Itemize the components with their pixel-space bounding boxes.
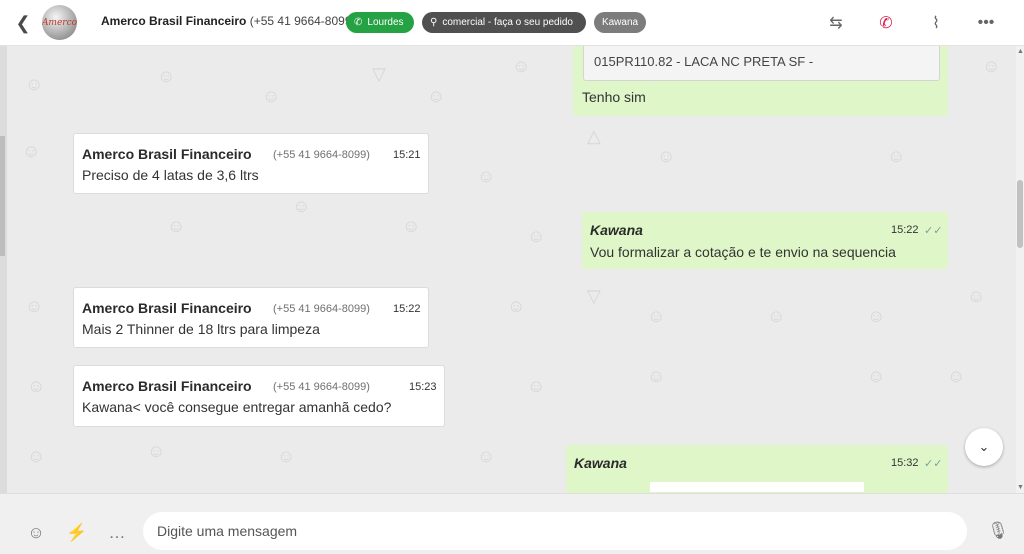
incoming-message[interactable]: Amerco Brasil Financeiro (+55 41 9664-80… <box>73 287 429 348</box>
contact-name-text: Amerco Brasil Financeiro <box>101 14 247 28</box>
message-sender-phone: (+55 41 9664-8099) <box>273 303 370 315</box>
tag-label: Kawana <box>601 17 639 28</box>
wallpaper-doodle-icon: ☺ <box>507 296 526 316</box>
wallpaper-doodle-icon: ☺ <box>25 296 44 316</box>
wallpaper-doodle-icon: ☺ <box>527 226 546 246</box>
message-time: 15:21 <box>393 149 421 161</box>
avatar-logo-text: Amerco <box>42 17 77 28</box>
incoming-message[interactable]: Amerco Brasil Financeiro (+55 41 9664-80… <box>73 133 429 194</box>
message-area[interactable]: ☺ ☺ ☺ ▽ ☺ ☺ ☺ ☺ ☺ △ ☺ ☺ ☺ ☺ ☺ ☺ ☺ ☺ ▽ ☺ … <box>7 46 1016 493</box>
tag-department[interactable]: ⚲ comercial - faça o seu pedido <box>422 12 586 33</box>
wallpaper-doodle-icon: △ <box>587 126 601 146</box>
emoji-icon[interactable]: ☺ <box>25 522 47 544</box>
message-time: 15:32 <box>891 457 919 469</box>
scroll-to-bottom-button[interactable]: ⌄ <box>965 428 1003 466</box>
message-input[interactable] <box>143 512 967 550</box>
wallpaper-doodle-icon: ☺ <box>657 146 676 166</box>
message-text: Vou formalizar a cotação e te envio na s… <box>590 244 896 260</box>
wallpaper-doodle-icon: ☺ <box>647 306 666 326</box>
whatsapp-icon: ✆ <box>354 17 363 28</box>
avatar[interactable]: Amerco <box>42 5 77 40</box>
side-panel-edge <box>0 46 7 493</box>
message-sender: Amerco Brasil Financeiro <box>82 146 252 162</box>
message-time: 15:22 <box>393 303 421 315</box>
message-text: Preciso de 4 latas de 3,6 ltrs <box>82 167 259 183</box>
message-sender-phone: (+55 41 9664-8099) <box>273 381 370 393</box>
scroll-down-arrow-icon[interactable]: ▼ <box>1017 484 1024 491</box>
end-call-icon[interactable]: ✆ <box>875 12 897 34</box>
wallpaper-doodle-icon: ☺ <box>292 196 311 216</box>
message-text: Tenho sim <box>582 89 646 105</box>
side-panel-scroll-thumb[interactable] <box>0 136 5 256</box>
wallpaper-doodle-icon: ☺ <box>512 56 531 76</box>
transfer-icon[interactable]: ⇆ <box>825 12 847 34</box>
wallpaper-doodle-icon: ☺ <box>27 376 46 396</box>
lightning-icon[interactable]: ⚡ <box>66 522 88 544</box>
wallpaper-doodle-icon: ☺ <box>167 216 186 236</box>
message-sender-phone: (+55 41 9664-8099) <box>273 149 370 161</box>
wallpaper-doodle-icon: ▽ <box>587 286 601 306</box>
tag-label: comercial - faça o seu pedido <box>442 17 573 28</box>
wallpaper-doodle-icon: ☺ <box>477 166 496 186</box>
wallpaper-doodle-icon: ▽ <box>372 64 386 84</box>
wallpaper-doodle-icon: ☺ <box>867 366 886 386</box>
wallpaper-doodle-icon: ☺ <box>947 366 966 386</box>
wallpaper-doodle-icon: ☺ <box>647 366 666 386</box>
tag-label: Lourdes <box>367 17 404 28</box>
wallpaper-doodle-icon: ☺ <box>27 446 46 466</box>
outgoing-message[interactable]: Kawana 15:22 ✓✓ Vou formalizar a cotação… <box>582 212 948 269</box>
outgoing-message[interactable]: Kawana 15:32 ✓✓ <box>566 445 948 493</box>
scroll-thumb[interactable] <box>1017 180 1023 248</box>
wallpaper-doodle-icon: ☺ <box>527 376 546 396</box>
message-sender: Amerco Brasil Financeiro <box>82 300 252 316</box>
wallpaper-doodle-icon: ☺ <box>157 66 176 86</box>
message-time: 15:22 <box>891 224 919 236</box>
tag-agent[interactable]: Kawana <box>594 12 646 33</box>
attach-icon[interactable]: ⌇ <box>925 12 947 34</box>
microphone-icon[interactable]: 🎙 <box>987 520 1009 542</box>
chat-dots-icon[interactable]: … <box>106 522 128 544</box>
sitemap-icon: ⚲ <box>430 17 438 28</box>
wallpaper-doodle-icon: ☺ <box>967 286 986 306</box>
message-sender: Kawana <box>590 222 643 238</box>
more-icon[interactable]: ••• <box>975 12 997 34</box>
wallpaper-doodle-icon: ☺ <box>147 441 166 461</box>
message-text: Mais 2 Thinner de 18 ltrs para limpeza <box>82 321 320 337</box>
contact-name[interactable]: Amerco Brasil Financeiro (+55 41 9664-80… <box>101 14 355 28</box>
chevron-left-icon[interactable]: ❮ <box>14 12 32 34</box>
wallpaper-doodle-icon: ☺ <box>22 141 41 161</box>
media-attachment[interactable] <box>650 482 864 492</box>
wallpaper-doodle-icon: ☺ <box>277 446 296 466</box>
wallpaper-doodle-icon: ☺ <box>867 306 886 326</box>
tag-lourdes[interactable]: ✆ Lourdes <box>346 12 414 33</box>
chevron-down-icon: ⌄ <box>978 439 990 454</box>
double-check-icon: ✓✓ <box>924 225 943 237</box>
outgoing-message[interactable]: 015PR110.82 - LACA NC PRETA SF - Tenho s… <box>573 46 948 116</box>
wallpaper-doodle-icon: ☺ <box>982 56 1001 76</box>
message-text: Kawana< você consegue entregar amanhã ce… <box>82 399 392 415</box>
contact-phone: (+55 41 9664-8099) <box>249 14 356 28</box>
message-sender: Kawana <box>574 455 627 471</box>
wallpaper-doodle-icon: ☺ <box>25 74 44 94</box>
wallpaper-doodle-icon: ☺ <box>262 86 281 106</box>
message-composer: ☺ ⚡ … 🎙 <box>0 493 1024 554</box>
quoted-message[interactable]: 015PR110.82 - LACA NC PRETA SF - <box>583 46 940 81</box>
wallpaper-doodle-icon: ☺ <box>402 216 421 236</box>
wallpaper-doodle-icon: ☺ <box>887 146 906 166</box>
chat-header: ❮ Amerco Amerco Brasil Financeiro (+55 4… <box>0 0 1024 46</box>
incoming-message[interactable]: Amerco Brasil Financeiro (+55 41 9664-80… <box>73 365 445 427</box>
message-sender: Amerco Brasil Financeiro <box>82 378 252 394</box>
message-time: 15:23 <box>409 381 437 393</box>
scroll-up-arrow-icon[interactable]: ▲ <box>1017 48 1024 55</box>
wallpaper-doodle-icon: ☺ <box>427 86 446 106</box>
wallpaper-doodle-icon: ☺ <box>767 306 786 326</box>
chat-scrollbar[interactable]: ▲ ▼ <box>1016 46 1024 493</box>
wallpaper-doodle-icon: ☺ <box>477 446 496 466</box>
double-check-icon: ✓✓ <box>924 458 943 470</box>
